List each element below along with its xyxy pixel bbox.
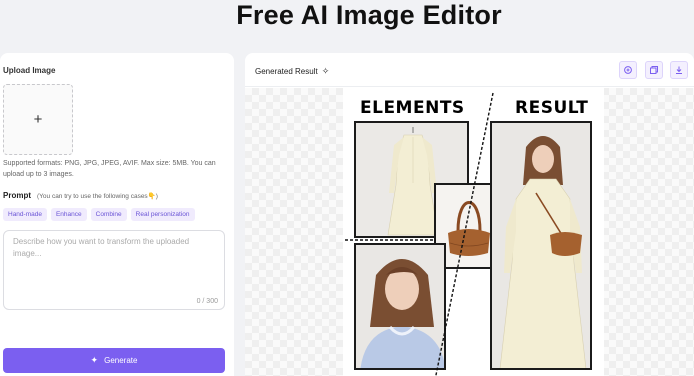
prompt-chips: Hand-made Enhance Combine Real personiza…: [3, 208, 195, 221]
formats-note: Supported formats: PNG, JPG, JPEG, AVIF.…: [3, 160, 216, 178]
prompt-hint: (You can try to use the following cases👇…: [37, 193, 158, 200]
upload-label: Upload Image: [3, 66, 56, 75]
collage-dividers: [345, 92, 494, 376]
result-panel: Generated Result ✧ ELEMENTS RESULT: [245, 53, 694, 376]
chip-combine[interactable]: Combine: [90, 208, 127, 221]
result-canvas: ELEMENTS RESULT: [245, 88, 694, 376]
result-title: Generated Result ✧: [255, 66, 329, 77]
result-header: Generated Result ✧: [245, 53, 694, 87]
download-icon: [676, 66, 682, 74]
copy-icon: [650, 66, 658, 74]
zoom-icon: [624, 66, 632, 74]
prompt-input[interactable]: [4, 231, 224, 309]
page-title: Free AI Image Editor: [236, 0, 502, 30]
editor-panel: Upload Image + Supported formats: PNG, J…: [0, 53, 234, 376]
prompt-header: Prompt (You can try to use the following…: [3, 191, 158, 200]
sparkle-icon: ✧: [321, 66, 330, 76]
generate-label: Generate: [104, 356, 138, 365]
prompt-field: 0 / 300: [3, 230, 225, 310]
upload-dropzone[interactable]: +: [3, 84, 73, 155]
chip-real-personization[interactable]: Real personization: [130, 208, 195, 221]
char-count: 0 / 300: [196, 298, 218, 305]
result-title-label: Generated Result: [255, 67, 318, 76]
prompt-label: Prompt: [3, 191, 31, 200]
chip-hand-made[interactable]: Hand-made: [3, 208, 47, 221]
copy-button[interactable]: [645, 61, 663, 79]
download-button[interactable]: [670, 61, 688, 79]
chip-enhance[interactable]: Enhance: [50, 208, 87, 221]
generate-button[interactable]: ✦ Generate: [3, 348, 225, 373]
generated-image: ELEMENTS RESULT: [343, 88, 604, 376]
zoom-button[interactable]: [619, 61, 637, 79]
sparkle-icon: ✦: [90, 355, 99, 365]
plus-icon: +: [33, 111, 43, 128]
